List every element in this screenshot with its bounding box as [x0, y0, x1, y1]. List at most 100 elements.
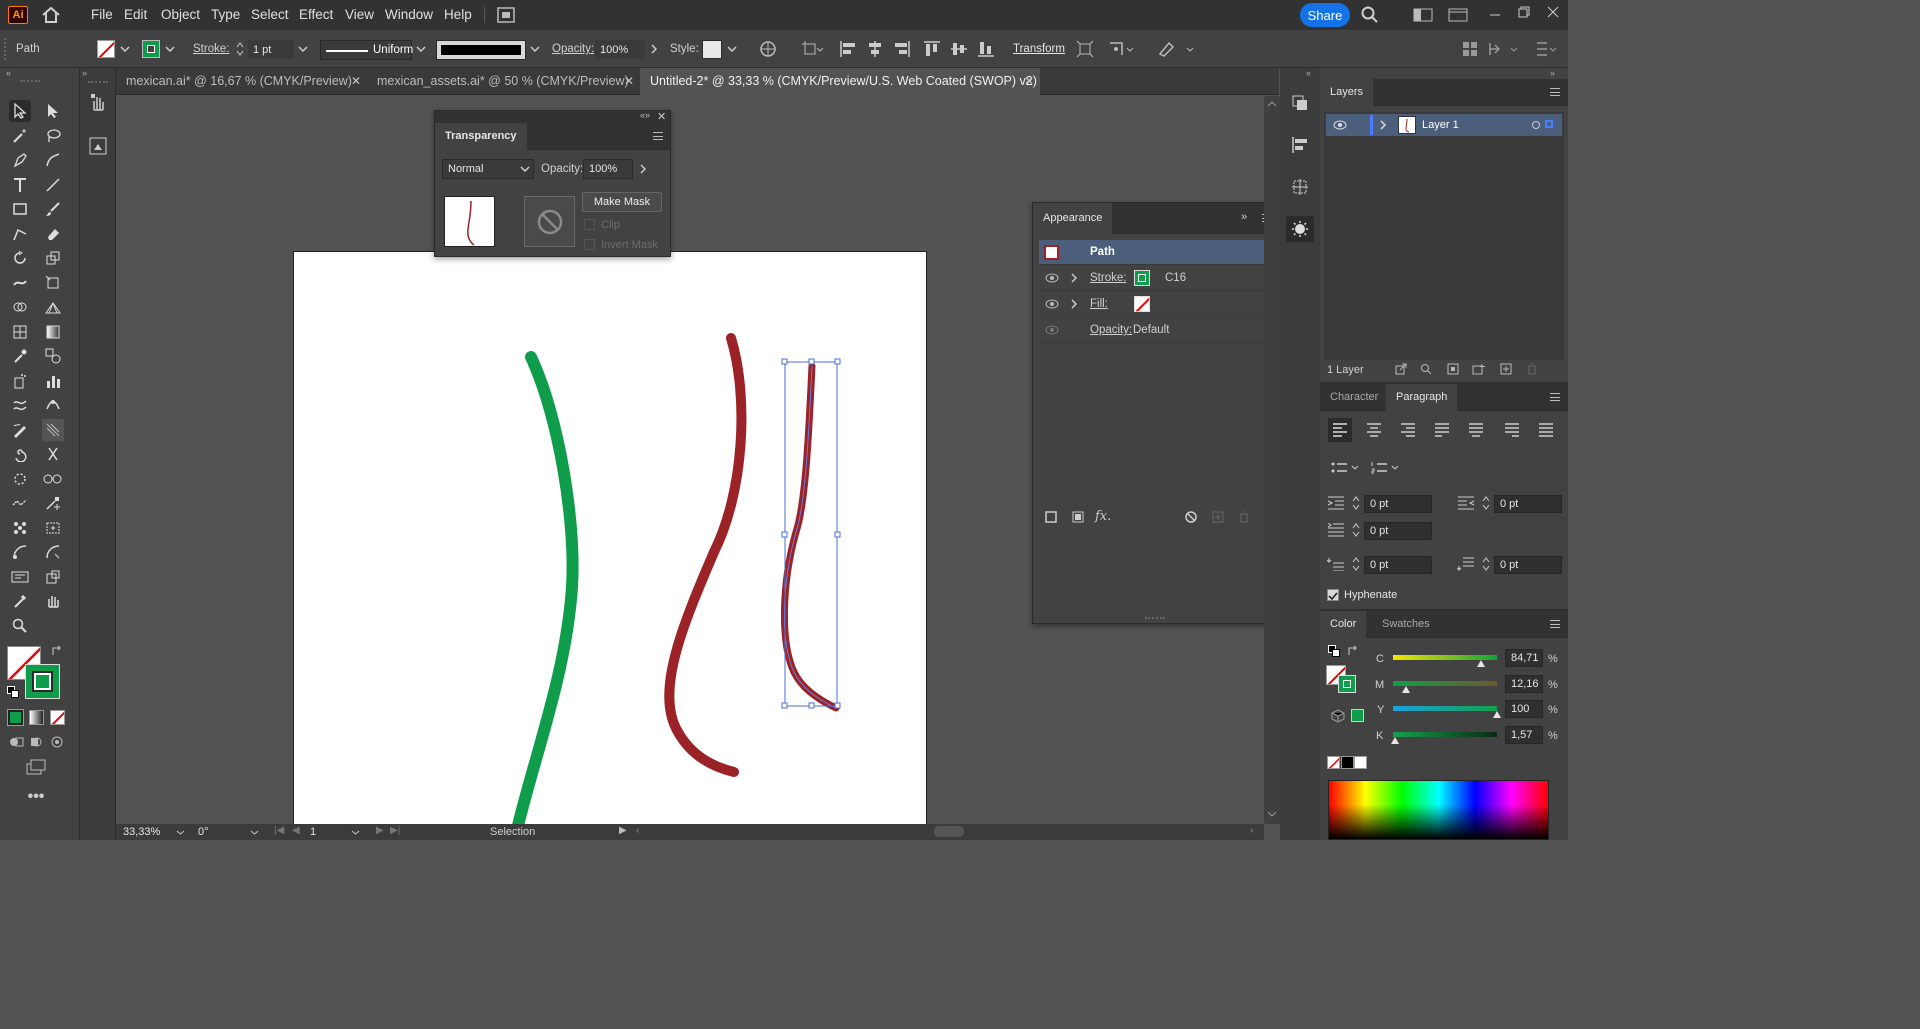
menu-help[interactable]: Help	[444, 7, 472, 22]
expand-chevron-icon[interactable]	[1069, 272, 1079, 284]
first-line-indent-icon[interactable]	[1326, 521, 1346, 539]
join-tool-icon[interactable]	[42, 541, 64, 563]
panel-menu-icon[interactable]	[1550, 620, 1560, 628]
resize-grip[interactable]	[1145, 617, 1165, 621]
yellow-slider[interactable]	[1393, 706, 1497, 711]
distribute-icon[interactable]	[1486, 39, 1522, 59]
space-after-stepper[interactable]	[1480, 555, 1492, 573]
symbol-sprayer-tool-icon[interactable]	[9, 370, 31, 392]
none-mode-button[interactable]	[50, 710, 65, 725]
close-panel-icon[interactable]: ✕	[657, 110, 666, 123]
stroke-color-swatch[interactable]	[1134, 270, 1150, 286]
share-button[interactable]: Share	[1300, 3, 1350, 27]
shaper-tool-icon[interactable]	[9, 223, 31, 245]
close-tab-icon[interactable]: ✕	[1024, 68, 1034, 95]
black-input[interactable]: 1,57	[1505, 726, 1543, 744]
black-swatch[interactable]	[1341, 756, 1354, 769]
shape-builder-tool-icon[interactable]	[9, 296, 31, 318]
prev-artboard-icon[interactable]: ◀	[292, 825, 300, 836]
space-after-input[interactable]: 0 pt	[1494, 556, 1562, 574]
fill-none-swatch[interactable]	[1134, 296, 1150, 312]
left-indent-input[interactable]: 0 pt	[1364, 495, 1432, 513]
live-paint-bucket-icon[interactable]	[9, 517, 31, 539]
yellow-input[interactable]: 100	[1505, 700, 1543, 718]
ellipse-tool-icon[interactable]	[9, 468, 31, 490]
yellow-slider-thumb[interactable]	[1493, 711, 1501, 718]
align-left-icon[interactable]	[838, 39, 858, 59]
texture-icon[interactable]	[42, 419, 64, 441]
black-slider-thumb[interactable]	[1390, 737, 1399, 744]
color-mode-button[interactable]	[7, 709, 24, 726]
menu-effect[interactable]: Effect	[299, 7, 333, 22]
recolor-artwork-icon[interactable]	[758, 39, 778, 59]
appearance-fill-row[interactable]: Fill:	[1039, 292, 1264, 317]
space-after-icon[interactable]	[1456, 555, 1476, 573]
draw-normal-icon[interactable]	[7, 734, 25, 750]
draw-inside-icon[interactable]	[48, 734, 66, 750]
panel-menu-icon[interactable]	[653, 132, 663, 140]
layer-selection-indicator[interactable]	[1545, 120, 1553, 128]
zoom-tool-icon[interactable]	[9, 615, 31, 637]
space-before-icon[interactable]	[1326, 555, 1346, 573]
space-before-stepper[interactable]	[1350, 555, 1362, 573]
align-panel-icon[interactable]	[1288, 134, 1312, 156]
visibility-eye-icon[interactable]	[1044, 297, 1060, 311]
make-mask-button[interactable]: Make Mask	[582, 192, 662, 212]
blend-mode-dropdown-icon[interactable]	[519, 163, 531, 175]
align-right-text-icon[interactable]	[1396, 418, 1420, 442]
align-top-icon[interactable]	[922, 39, 942, 59]
layer-name[interactable]: Layer 1	[1422, 119, 1459, 131]
web-safe-swatch[interactable]	[1351, 709, 1364, 722]
close-tab-icon[interactable]: ✕	[624, 68, 634, 95]
fill-none-swatch[interactable]	[97, 40, 115, 58]
home-icon[interactable]	[40, 5, 62, 25]
justify-left-icon[interactable]	[1430, 418, 1454, 442]
stroke-swatch[interactable]	[142, 40, 160, 58]
menu-select[interactable]: Select	[251, 7, 289, 22]
appearance-panel-icon[interactable]	[1286, 216, 1314, 242]
restore-icon[interactable]	[1514, 4, 1534, 20]
appearance-opacity-row[interactable]: Opacity: Default	[1039, 318, 1264, 343]
magenta-slider-thumb[interactable]	[1401, 686, 1410, 693]
panel-menu-icon[interactable]	[1550, 88, 1560, 96]
stroke-label[interactable]: Stroke:	[1090, 272, 1126, 284]
appearance-stroke-row[interactable]: Stroke: C16	[1039, 266, 1264, 291]
layer-row[interactable]: Layer 1	[1326, 114, 1562, 136]
knife-tool-icon[interactable]	[42, 468, 64, 490]
justify-right-icon[interactable]	[1500, 418, 1524, 442]
eraser-tool-icon[interactable]	[42, 223, 64, 245]
out-of-gamut-icon[interactable]	[1330, 708, 1346, 724]
cyan-slider-thumb[interactable]	[1477, 660, 1486, 667]
menu-object[interactable]: Object	[161, 7, 200, 22]
arrange-icon[interactable]	[1460, 39, 1480, 59]
left-indent-stepper[interactable]	[1350, 494, 1362, 512]
stroke-weight-dropdown-icon[interactable]	[296, 42, 310, 56]
stroke-indicator[interactable]	[25, 664, 60, 699]
slice-tool-icon[interactable]	[42, 394, 64, 416]
puppet-warp-icon[interactable]	[1106, 39, 1136, 59]
white-swatch[interactable]	[1354, 756, 1367, 769]
layer-expand-icon[interactable]	[1378, 119, 1388, 131]
align-right-icon[interactable]	[892, 39, 912, 59]
bullets-icon[interactable]	[1330, 458, 1366, 478]
smooth-tool-icon[interactable]	[9, 492, 31, 514]
tab-layers[interactable]: Layers	[1320, 79, 1374, 106]
gradient-tool-icon[interactable]	[42, 321, 64, 343]
tab-color[interactable]: Color	[1320, 611, 1367, 638]
rectangle-tool-icon[interactable]	[9, 198, 31, 220]
pencil-tool-icon[interactable]	[9, 419, 31, 441]
anchor-tool-icon[interactable]	[42, 492, 64, 514]
stroke-stepper-icon[interactable]	[234, 40, 246, 58]
panel-titlebar[interactable]	[435, 111, 670, 123]
add-fill-icon[interactable]	[1070, 509, 1086, 525]
stroke-dropdown-icon[interactable]	[163, 42, 177, 56]
menu-window[interactable]: Window	[385, 7, 433, 22]
collapse-panel-icon[interactable]: «»	[640, 110, 650, 120]
menu-view[interactable]: View	[345, 7, 374, 22]
blend-tool-icon[interactable]	[42, 345, 64, 367]
lasso-tool-icon[interactable]	[42, 125, 64, 147]
align-vcenter-icon[interactable]	[949, 39, 969, 59]
free-transform-tool-icon[interactable]	[42, 272, 64, 294]
transform-link[interactable]: Transform	[1013, 43, 1065, 55]
close-tab-icon[interactable]: ✕	[351, 68, 361, 95]
